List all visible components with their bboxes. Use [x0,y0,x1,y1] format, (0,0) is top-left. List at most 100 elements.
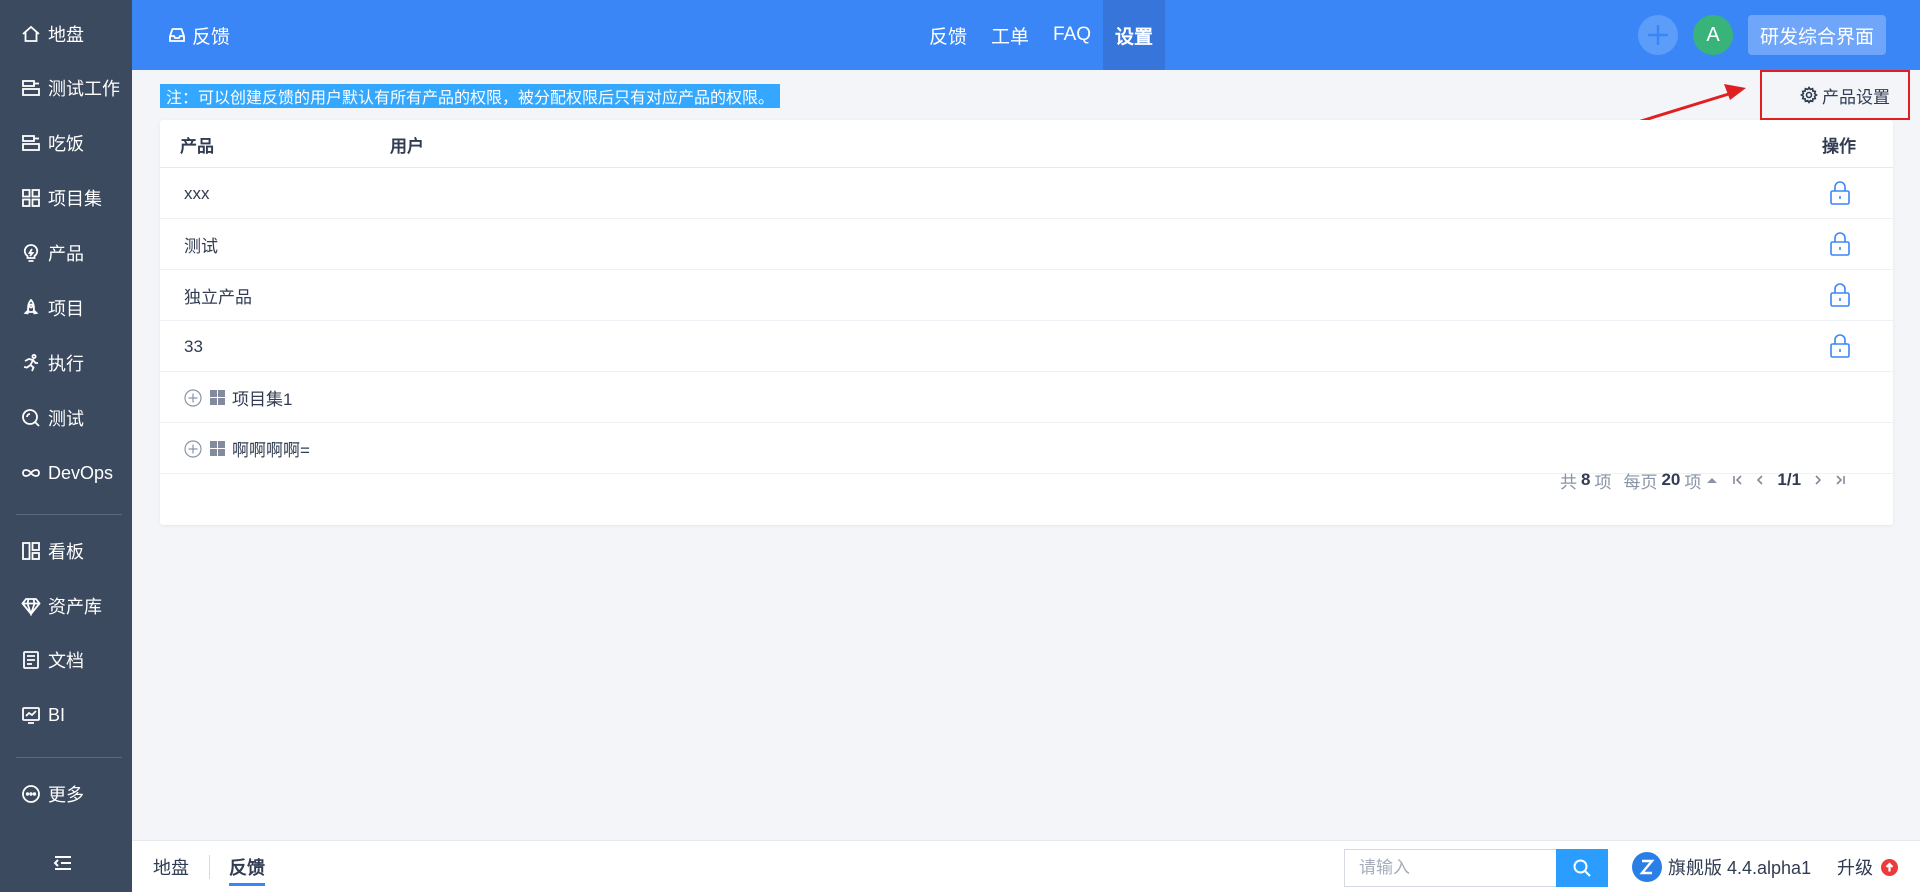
plus-circle-icon [184,388,202,407]
breadcrumb-feedback[interactable]: 反馈 [229,848,265,886]
per-page-suffix: 项 [1684,472,1702,492]
space-switch-button[interactable]: 研发综合界面 [1748,15,1886,55]
last-page-button[interactable] [1829,469,1851,491]
sidebar-item-label: 地盘 [48,25,84,45]
first-page-button[interactable] [1727,469,1749,491]
product-name: xxx [184,183,210,203]
header-tabs: 反馈 工单 FAQ 设置 [917,0,1166,70]
pager: 共 8 项 每页 20 项 1/1 [1560,465,1851,495]
product-name: 独立产品 [184,288,252,307]
sidebar-item-label: 文档 [48,651,84,671]
sidebar-item-label: 执行 [48,354,84,374]
app-title[interactable]: 反馈 [168,0,230,70]
search-button[interactable] [1556,849,1608,887]
lock-icon [1830,181,1850,205]
footer: 地盘 反馈 旗舰版 4.4.alpha1 升级 [132,840,1920,892]
diamond-icon [20,595,42,617]
product-name: 测试 [184,237,218,256]
prev-page-button[interactable] [1749,469,1771,491]
program-icon [210,441,225,456]
zentao-logo-icon [1632,852,1662,882]
permission-lock-button[interactable] [1828,282,1854,308]
search-input[interactable] [1344,849,1556,887]
sidebar-item-more[interactable]: 更多 [0,772,132,816]
permission-lock-button[interactable] [1828,231,1854,257]
chevron-right-icon [1815,475,1822,485]
next-page-button[interactable] [1807,469,1829,491]
first-page-icon [1733,475,1742,485]
expand-toggle[interactable] [184,439,202,458]
program-name: 啊啊啊啊= [232,441,310,460]
collapse-sidebar-button[interactable] [52,852,78,874]
sidebar-item-test-workspace[interactable]: 测试工作 [0,66,132,110]
sidebar-item-program[interactable]: 项目集 [0,176,132,220]
page-indicator: 1/1 [1777,470,1802,489]
create-button[interactable] [1638,15,1678,55]
product-name: 33 [184,336,203,356]
plus-icon [1648,25,1668,45]
sidebar-item-label: 更多 [48,785,84,805]
feedback-icon [169,28,185,42]
program-icon [210,390,225,405]
sidebar-divider [16,757,122,758]
permission-notice: 注：可以创建反馈的用户默认有所有产品的权限，被分配权限后只有对应产品的权限。 [160,84,781,108]
tab-faq[interactable]: FAQ [1041,0,1103,70]
sidebar-item-docs[interactable]: 文档 [0,638,132,682]
tab-settings[interactable]: 设置 [1103,0,1166,70]
sidebar-item-eat[interactable]: 吃饭 [0,121,132,165]
sidebar-item-bi[interactable]: BI [0,693,132,737]
user-avatar[interactable]: A [1693,15,1733,55]
column-header-user: 用户 [390,136,424,156]
version-label: 旗舰版 4.4.alpha1 [1668,858,1812,878]
sidebar-item-home[interactable]: 地盘 [0,12,132,56]
lock-icon [1830,232,1850,256]
permission-lock-button[interactable] [1828,180,1854,206]
sidebar-item-label: 看板 [48,542,84,562]
upgrade-button[interactable]: 升级 [1837,841,1898,892]
sidebar-item-label: 资产库 [48,597,102,617]
program-name: 项目集1 [232,390,293,409]
sidebar-item-project[interactable]: 项目 [0,286,132,330]
lock-icon [1830,283,1850,307]
table-row: 测试 [160,219,1893,270]
header: 反馈 反馈 工单 FAQ 设置 A 研发综合界面 [132,0,1920,70]
breadcrumb-separator [209,855,210,879]
per-page-select[interactable]: 每页 20 项 [1623,468,1727,493]
infinity-icon [20,462,42,484]
pager-total-prefix: 共 [1560,472,1577,492]
breadcrumb-home[interactable]: 地盘 [153,841,189,892]
expand-toggle[interactable] [184,388,202,407]
version-info[interactable]: 旗舰版 4.4.alpha1 [1632,841,1811,892]
sidebar-item-kanban[interactable]: 看板 [0,529,132,573]
workspace-icon [20,132,42,154]
sidebar-item-devops[interactable]: DevOps [0,451,132,495]
lock-icon [1830,334,1850,358]
pager-total-suffix: 项 [1594,472,1612,492]
per-page-value: 20 [1661,470,1681,489]
magnify-icon [20,407,42,429]
caret-up-icon [1707,477,1718,483]
plus-circle-icon [184,439,202,458]
permission-lock-button[interactable] [1828,333,1854,359]
sidebar-item-label: 吃饭 [48,134,84,154]
grid-icon [20,187,42,209]
tab-ticket[interactable]: 工单 [979,0,1041,70]
sidebar-item-label: DevOps [48,462,114,483]
table-row-group: 项目集1 [160,372,1893,423]
product-settings-label: 产品设置 [1822,87,1890,107]
lightbulb-icon [20,242,42,264]
rocket-icon [20,297,42,319]
more-icon [20,783,42,805]
sidebar-item-label: 测试 [48,409,84,429]
product-settings-button[interactable]: 产品设置 [1760,70,1910,120]
upgrade-label: 升级 [1837,858,1873,878]
sidebar-item-execution[interactable]: 执行 [0,341,132,385]
sidebar-item-asset-library[interactable]: 资产库 [0,584,132,628]
last-page-icon [1836,475,1845,485]
sidebar-item-product[interactable]: 产品 [0,231,132,275]
tab-feedback[interactable]: 反馈 [917,0,979,70]
gear-icon [1800,86,1818,104]
sidebar-item-test[interactable]: 测试 [0,396,132,440]
column-header-product: 产品 [180,136,214,156]
per-page-prefix: 每页 [1623,472,1658,492]
